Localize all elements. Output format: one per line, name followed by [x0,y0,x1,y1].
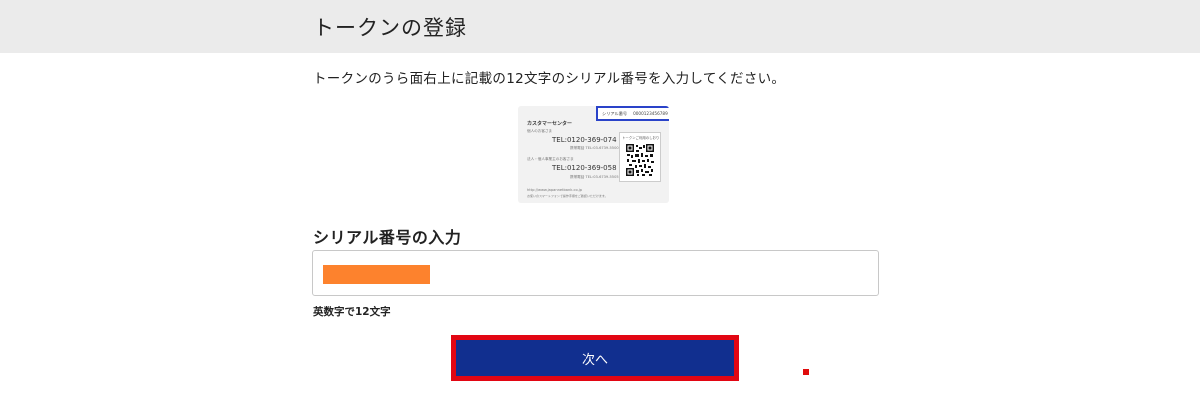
card-tel-personal: TEL:0120-369-074 [552,136,617,144]
token-card-image: シリアル番号 0000123456789 カスタマーセンター 個人のお客さま TE… [518,106,669,203]
card-tel-corporate-overseas: 携帯電話 TEL:03-6739-5505 [570,175,619,179]
next-button[interactable]: 次へ [456,340,734,376]
card-qr-panel: トークンご利用のしおり [619,132,661,182]
page-header: トークンの登録 [0,0,1200,53]
card-serial-value: 0000123456789 [633,111,668,116]
serial-section-title: シリアル番号の入力 [313,228,462,247]
card-center-title: カスタマーセンター [527,121,573,127]
redacted-serial-value [323,265,430,284]
card-url: http://www.japannetbank.co.jp [527,188,583,192]
card-qr-label: トークンご利用のしおり [622,136,660,140]
next-button-highlight: 次へ [451,335,739,381]
card-footnote: お使いのスマートフォンで操作手順をご確認いただけます。 [527,194,608,198]
card-tel-corporate: TEL:0120-369-058 [552,164,617,172]
page-title: トークンの登録 [313,16,467,40]
red-marker [803,369,809,375]
card-tel-personal-overseas: 携帯電話 TEL:03-6739-5500 [570,146,619,150]
card-serial-label: シリアル番号 [602,111,628,116]
serial-number-input[interactable] [312,250,879,296]
card-personal-label: 個人のお客さま [527,129,553,133]
instruction-text: トークンのうら面右上に記載の12文字のシリアル番号を入力してください。 [313,71,786,87]
qr-code-icon [625,143,655,177]
card-serial-highlight: シリアル番号 0000123456789 [596,106,669,121]
card-corporate-label: 法人・個人事業主のお客さま [527,157,574,161]
serial-format-hint: 英数字で12文字 [313,306,391,318]
